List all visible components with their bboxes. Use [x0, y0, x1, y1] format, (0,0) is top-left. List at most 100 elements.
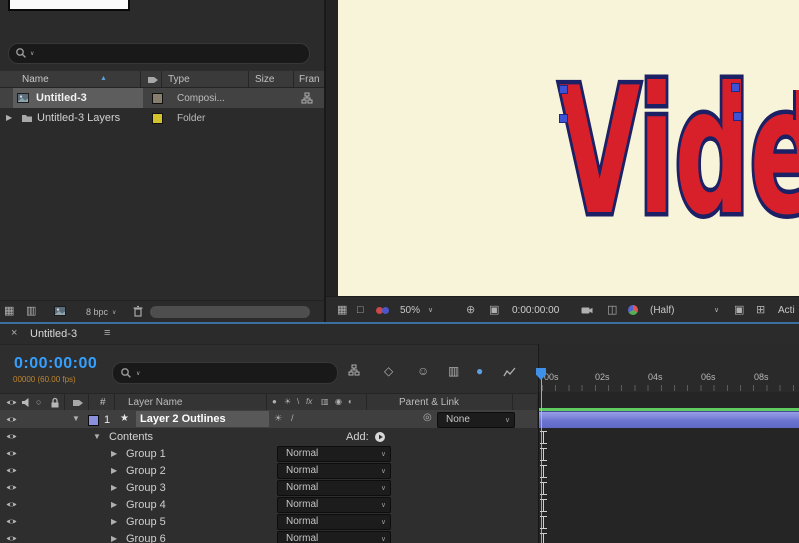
interpret-footage-button[interactable] — [54, 305, 71, 318]
panel-menu-icon[interactable]: ≡ — [104, 328, 110, 339]
label-color-swatch[interactable] — [152, 93, 163, 104]
item-name: Untitled-3 — [36, 92, 87, 104]
monitor-icon[interactable]: □ — [357, 305, 364, 316]
expand-arrow-icon[interactable]: ▶ — [111, 501, 117, 509]
visibility-eye-icon[interactable] — [6, 414, 17, 425]
project-flowchart-button[interactable]: ▦ — [4, 306, 14, 317]
window-layout-icon[interactable]: ▦ — [337, 305, 347, 316]
flowchart-icon[interactable] — [301, 92, 313, 104]
layer-name-chip[interactable]: Layer 2 Outlines — [136, 411, 269, 427]
blend-mode-dropdown[interactable]: Normal ∨ — [277, 514, 391, 530]
expand-arrow-icon[interactable]: ▶ — [111, 484, 117, 492]
show-snapshot-icon[interactable]: ◫ — [607, 305, 617, 316]
selection-handle[interactable] — [559, 114, 568, 123]
project-row-composition[interactable]: Untitled-3 Composi... — [0, 88, 324, 108]
column-name[interactable]: Name — [22, 74, 49, 86]
current-timecode[interactable]: 0:00:00:00 — [14, 354, 97, 373]
timeline-tab-title[interactable]: Untitled-3 — [30, 328, 77, 341]
time-ruler[interactable]: 00s 02s 04s 06s 08s — [538, 344, 799, 392]
project-row-folder[interactable]: ▶ Untitled-3 Layers Folder — [0, 108, 324, 128]
sort-ascending-icon[interactable]: ▲ — [100, 75, 107, 82]
twirl-down-icon[interactable]: ▼ — [72, 415, 80, 423]
expand-arrow-icon[interactable]: ▶ — [111, 518, 117, 526]
motion-blur-icon[interactable]: ● — [476, 365, 483, 377]
layer-row[interactable]: ▼ 1 ★ Layer 2 Outlines ☀ / ◎ None ∨ — [0, 410, 537, 429]
group-row[interactable]: ▶ Group 2 Normal ∨ — [0, 462, 537, 480]
snapshot-camera-icon[interactable] — [581, 304, 593, 316]
pixel-aspect-icon[interactable]: ⊞ — [756, 305, 765, 316]
composition-canvas[interactable]: Vide — [338, 0, 799, 296]
frame-counter: 00000 (60.00 fps) — [13, 375, 76, 384]
composition-mini-flowchart-icon[interactable] — [348, 364, 362, 378]
twirl-down-icon[interactable]: ▼ — [93, 433, 101, 441]
graph-editor-icon[interactable] — [503, 366, 517, 378]
pick-whip-icon[interactable]: ◎ — [423, 413, 432, 423]
timeline-track-area[interactable] — [538, 392, 799, 543]
label-tag-icon[interactable] — [147, 74, 158, 85]
horizontal-scrollbar[interactable] — [150, 306, 310, 318]
canvas-text[interactable]: Vide — [555, 47, 799, 259]
ruler-tick-label: 04s — [648, 372, 663, 382]
visibility-eye-icon[interactable] — [6, 482, 17, 493]
visibility-eye-icon[interactable] — [6, 448, 17, 459]
search-options-chevron-icon[interactable]: ∨ — [30, 51, 34, 57]
group-row[interactable]: ▶ Group 4 Normal ∨ — [0, 496, 537, 514]
column-type[interactable]: Type — [168, 74, 190, 86]
contents-row[interactable]: ▼ Contents Add: — [0, 428, 537, 446]
project-search-box[interactable]: ∨ — [8, 43, 310, 64]
close-icon[interactable]: × — [11, 328, 17, 339]
visibility-eye-icon[interactable] — [6, 431, 17, 442]
zoom-dropdown[interactable]: 50% — [400, 305, 420, 317]
visibility-eye-icon[interactable] — [6, 499, 17, 510]
expand-arrow-icon[interactable]: ▶ — [111, 467, 117, 475]
expand-arrow-icon[interactable]: ▶ — [111, 450, 117, 458]
stereo-glasses-icon[interactable] — [376, 307, 390, 315]
label-color-swatch[interactable] — [152, 113, 163, 124]
layer-name-column-header[interactable]: Layer Name — [128, 397, 182, 409]
chevron-down-icon: ∨ — [380, 502, 386, 509]
list-view-button[interactable]: ▥ — [26, 306, 36, 317]
selection-handle[interactable] — [733, 112, 742, 121]
visibility-eye-icon[interactable] — [6, 533, 17, 543]
target-region-icon[interactable]: ▣ — [734, 305, 744, 316]
visibility-eye-icon[interactable] — [6, 516, 17, 527]
blend-mode-dropdown[interactable]: Normal ∨ — [277, 480, 391, 496]
group-row[interactable]: ▶ Group 5 Normal ∨ — [0, 513, 537, 531]
frame-blending-icon[interactable]: ▥ — [448, 365, 459, 377]
resolution-dropdown[interactable]: (Half) — [650, 305, 674, 317]
add-label[interactable]: Add: — [346, 431, 369, 444]
selection-handle[interactable] — [559, 85, 568, 94]
draft-3d-icon[interactable]: ◇ — [384, 365, 393, 377]
column-size[interactable]: Size — [255, 74, 274, 86]
expand-arrow-icon[interactable]: ▶ — [111, 535, 117, 543]
collapse-transformations-icon[interactable]: ☀ — [274, 414, 282, 423]
playhead-line[interactable] — [541, 368, 542, 543]
add-property-icon[interactable] — [374, 431, 385, 442]
channel-color-icon[interactable] — [628, 305, 638, 315]
resolution-chevron-icon[interactable]: ∨ — [714, 307, 719, 314]
shy-layers-icon[interactable]: ☺ — [417, 365, 429, 377]
viewer-timecode[interactable]: 0:00:00:00 — [512, 305, 559, 317]
blend-mode-dropdown[interactable]: Normal ∨ — [277, 446, 391, 462]
region-of-interest-icon[interactable]: ▣ — [489, 305, 499, 316]
expand-arrow-icon[interactable]: ▶ — [6, 114, 12, 122]
zoom-chevron-icon[interactable]: ∨ — [428, 307, 433, 314]
visibility-eye-icon[interactable] — [6, 465, 17, 476]
view-dropdown-label[interactable]: Acti — [778, 305, 795, 317]
parent-dropdown[interactable]: None ∨ — [437, 412, 515, 428]
quality-icon[interactable]: / — [291, 414, 294, 423]
trash-icon[interactable] — [132, 305, 144, 317]
layer-label-color[interactable] — [88, 415, 99, 426]
selection-handle[interactable] — [731, 83, 740, 92]
group-row[interactable]: ▶ Group 3 Normal ∨ — [0, 479, 537, 497]
timeline-search-box[interactable]: ∨ — [112, 362, 338, 384]
blend-mode-dropdown[interactable]: Normal ∨ — [277, 531, 391, 543]
column-frame-rate[interactable]: Fran — [299, 74, 320, 86]
group-row[interactable]: ▶ Group 1 Normal ∨ — [0, 445, 537, 463]
grid-guides-icon[interactable]: ⊕ — [466, 305, 475, 316]
color-depth-button[interactable]: 8 bpc — [86, 307, 108, 318]
layer-duration-bar[interactable] — [539, 411, 799, 428]
blend-mode-dropdown[interactable]: Normal ∨ — [277, 463, 391, 479]
blend-mode-dropdown[interactable]: Normal ∨ — [277, 497, 391, 513]
group-row[interactable]: ▶ Group 6 Normal ∨ — [0, 530, 537, 543]
